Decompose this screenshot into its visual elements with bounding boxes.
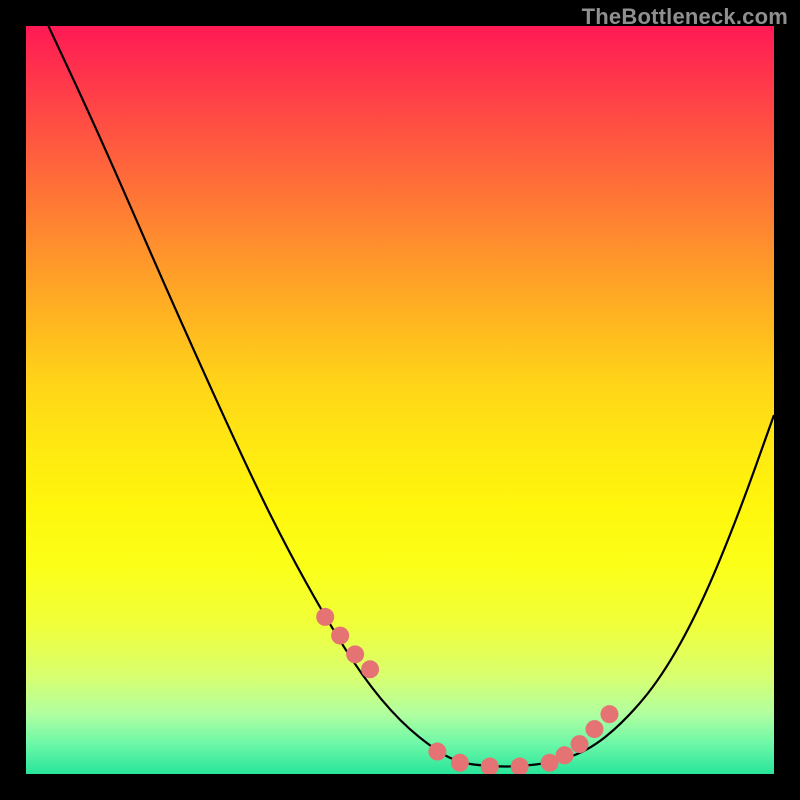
marker-dot (600, 705, 618, 723)
marker-dot (481, 758, 499, 774)
curve-line (48, 26, 774, 767)
marker-dot (511, 758, 529, 774)
chart-frame: TheBottleneck.com (0, 0, 800, 800)
marker-dot (316, 608, 334, 626)
plot-area (26, 26, 774, 774)
marker-group (316, 608, 618, 774)
chart-svg (26, 26, 774, 774)
marker-dot (346, 645, 364, 663)
marker-dot (331, 627, 349, 645)
marker-dot (571, 735, 589, 753)
marker-dot (556, 746, 574, 764)
marker-dot (361, 660, 379, 678)
marker-dot (585, 720, 603, 738)
marker-dot (428, 743, 446, 761)
marker-dot (451, 754, 469, 772)
